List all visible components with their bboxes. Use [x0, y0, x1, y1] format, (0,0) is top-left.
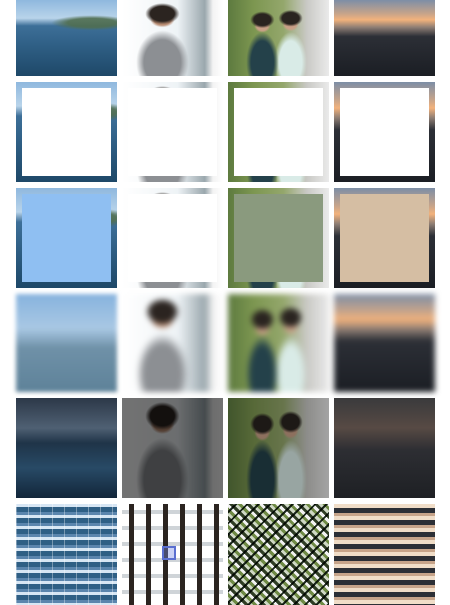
- photo-tile-couple[interactable]: [228, 0, 329, 76]
- color-square-blue: [22, 194, 111, 282]
- pattern-tile-sunset[interactable]: [334, 504, 435, 605]
- photo-tile-woman[interactable]: [122, 0, 223, 76]
- blur-tile-woman[interactable]: [122, 294, 223, 392]
- color-square-tan: [340, 194, 429, 282]
- photo-tile-sunset[interactable]: [334, 0, 435, 76]
- color-frame-tile-bay[interactable]: [16, 188, 117, 288]
- dark-tile-couple[interactable]: [228, 398, 329, 498]
- blur-tile-couple[interactable]: [228, 294, 329, 392]
- white-square: [22, 88, 111, 176]
- blur-tile-sunset[interactable]: [334, 294, 435, 392]
- photo-tile-bay[interactable]: [16, 0, 117, 76]
- blur-tile-bay[interactable]: [16, 294, 117, 392]
- pattern-tile-couple[interactable]: [228, 504, 329, 605]
- pattern-tile-woman[interactable]: [122, 504, 223, 605]
- selection-marker: [162, 546, 176, 560]
- color-square-green: [234, 194, 323, 282]
- white-square: [234, 88, 323, 176]
- dark-tile-bay[interactable]: [16, 398, 117, 498]
- white-frame-tile-sunset[interactable]: [334, 82, 435, 182]
- dark-tile-woman[interactable]: [122, 398, 223, 498]
- color-frame-tile-sunset[interactable]: [334, 188, 435, 288]
- photo-filter-grid: [16, 0, 435, 605]
- color-frame-tile-woman[interactable]: [122, 188, 223, 288]
- white-square: [128, 88, 217, 176]
- white-frame-tile-woman[interactable]: [122, 82, 223, 182]
- white-frame-tile-couple[interactable]: [228, 82, 329, 182]
- color-frame-tile-couple[interactable]: [228, 188, 329, 288]
- color-square-white: [128, 194, 217, 282]
- white-square: [340, 88, 429, 176]
- dark-tile-sunset[interactable]: [334, 398, 435, 498]
- white-frame-tile-bay[interactable]: [16, 82, 117, 182]
- pattern-tile-bay[interactable]: [16, 504, 117, 605]
